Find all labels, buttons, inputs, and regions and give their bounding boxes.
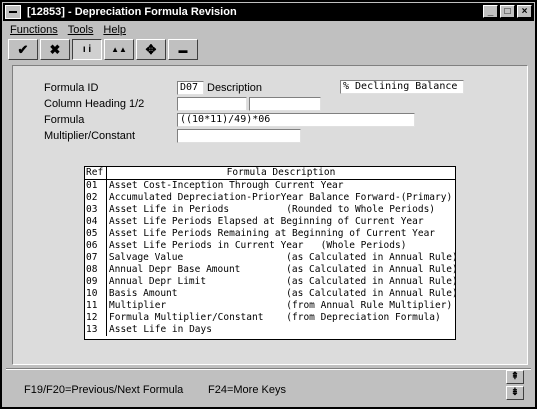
list-item[interactable]: 03 Asset Life in Periods (Rounded to Whol… [85,204,455,216]
description-cell: Asset Life in Days [109,324,212,335]
column-heading-2-field[interactable] [249,97,321,111]
menu-tools[interactable]: Tools [68,24,94,36]
list-item[interactable]: 05 Asset Life Periods Remaining at Beginn… [85,228,455,240]
ref-cell: 06 [85,240,107,252]
ref-cell: 01 [85,180,107,192]
x-icon[interactable]: ✖ [40,39,70,60]
minimize-button[interactable]: _ [483,5,498,18]
ref-cell: 11 [85,300,107,312]
toolbar: ✔ ✖ ı i ▲▲ ✥ ▬ [8,39,198,61]
menu-help[interactable]: Help [103,24,126,36]
add-icon[interactable]: ✥ [136,39,166,60]
list-item[interactable]: 13 Asset Life in Days [85,324,455,336]
menu-bar: Functions Tools Help [4,22,126,38]
list-item[interactable]: 01 Asset Cost-Inception Through Current Y… [85,180,455,192]
formula-id-label: Formula ID [44,82,99,94]
list-item[interactable]: 08 Annual Depr Base Amount (as Calculated… [85,264,455,276]
formula-field[interactable]: ((10*11)/49)*06 [177,113,415,127]
formula-id-field[interactable]: D07 [177,81,204,95]
description-cell: Accumulated Depreciation-PriorYear Balan… [109,192,453,203]
description-cell: Annual Depr Base Amount (as Calculated i… [108,264,455,275]
list-item[interactable]: 12 Formula Multiplier/Constant (from Depr… [85,312,455,324]
inquire-icon[interactable]: ı i [72,39,102,60]
ref-cell: 09 [85,276,107,288]
status-more-keys: F24=More Keys [208,384,286,396]
description-cell: Asset Life in Periods (Rounded to Whole … [109,204,436,215]
multiplier-label: Multiplier/Constant [44,130,136,142]
description-cell: Asset Cost-Inception Through Current Yea… [109,180,344,191]
description-cell: Formula Multiplier/Constant (from Deprec… [109,312,441,323]
delete-icon[interactable]: ▬ [168,39,198,60]
system-menu-icon[interactable] [5,5,21,19]
description-cell: Asset Life Periods Remaining at Beginnin… [109,228,436,239]
ref-cell: 04 [85,216,107,228]
ref-cell: 05 [85,228,107,240]
page-up-icon[interactable]: ⇞ [506,370,524,384]
description-cell: Annual Depr Limit (as Calculated in Annu… [108,276,455,287]
list-item[interactable]: 07 Salvage Value (as Calculated in Annual… [85,252,455,264]
list-item[interactable]: 11 Multiplier (from Annual Rule Multiplie… [85,300,455,312]
ref-cell: 07 [85,252,107,264]
list-item[interactable]: 10 Basis Amount (as Calculated in Annual … [85,288,455,300]
title-bar: [12853] - Depreciation Formula Revision … [3,3,534,21]
ref-cell: 13 [85,324,107,336]
column-heading-label: Column Heading 1/2 [44,98,145,110]
status-prev-next: F19/F20=Previous/Next Formula [24,384,184,396]
formula-label: Formula [44,114,85,126]
description-cell: Multiplier (from Annual Rule Multiplier) [109,300,453,311]
list-header: Ref Formula Description [85,167,455,180]
description-column-header: Formula Description [226,167,336,178]
ref-cell: 02 [85,192,107,204]
description-cell: Salvage Value (as Calculated in Annual R… [108,252,455,263]
list-item[interactable]: 04 Asset Life Periods Elapsed at Beginnin… [85,216,455,228]
list-item[interactable]: 09 Annual Depr Limit (as Calculated in An… [85,276,455,288]
page-down-icon[interactable]: ⇟ [506,386,524,400]
status-divider [6,368,531,370]
maximize-button[interactable]: □ [500,5,515,18]
window-title: [12853] - Depreciation Formula Revision [27,6,237,18]
description-field[interactable]: % Declining Balance [340,80,464,94]
ref-cell: 10 [85,288,107,300]
description-cell: Asset Life Periods in Current Year (Whol… [109,240,407,251]
ref-cell: 03 [85,204,107,216]
ref-cell: 08 [85,264,107,276]
mountain-icon[interactable]: ▲▲ [104,39,134,60]
multiplier-field[interactable] [177,129,301,143]
formula-description-list: Ref Formula Description 01 Asset Cost-Inc… [84,166,456,340]
description-label: Description [207,82,263,94]
menu-functions[interactable]: Functions [10,24,58,36]
page-arrows: ⇞ ⇟ [506,370,524,400]
check-icon[interactable]: ✔ [8,39,38,60]
description-cell: Asset Life Periods Elapsed at Beginning … [109,216,424,227]
close-button[interactable]: × [517,5,532,18]
application-window: [12853] - Depreciation Formula Revision … [0,0,537,409]
list-item[interactable]: 02 Accumulated Depreciation-PriorYear Bal… [85,192,455,204]
ref-column-header: Ref [85,167,107,179]
ref-cell: 12 [85,312,107,324]
column-heading-1-field[interactable] [177,97,247,111]
description-cell: Basis Amount (as Calculated in Annual Ru… [108,288,455,299]
list-item[interactable]: 06 Asset Life Periods in Current Year (Wh… [85,240,455,252]
